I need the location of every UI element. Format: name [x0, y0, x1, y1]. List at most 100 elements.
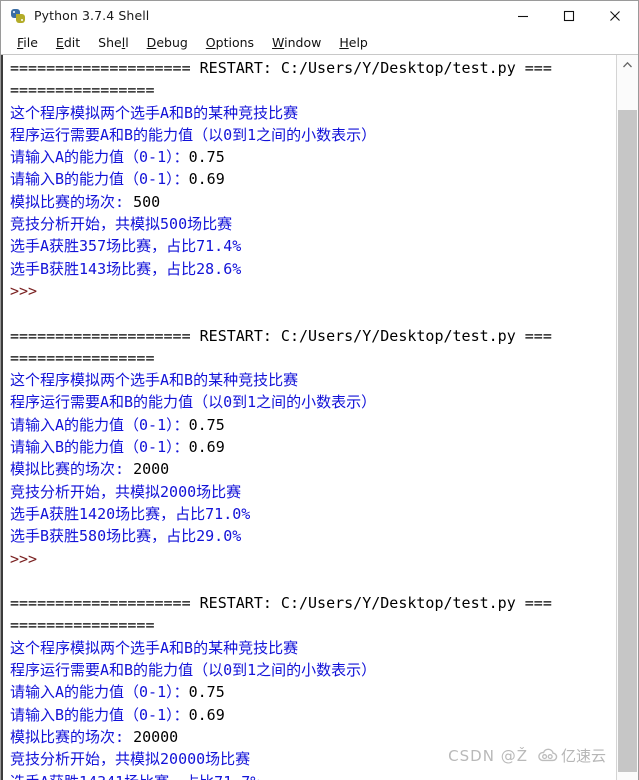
shell-prompt-text: 请输入B的能力值（0-1）： [10, 170, 189, 189]
shell-user-input-value: 0.75 [188, 148, 225, 167]
shell-line-text: 这个程序模拟两个选手A和B的某种竞技比赛 [10, 638, 299, 657]
menu-mnemonic: O [205, 34, 216, 50]
python-logo-icon [10, 8, 26, 24]
window-title: Python 3.7.4 Shell [34, 8, 150, 23]
shell-prompt-marker: >>> [10, 549, 47, 568]
shell-prompt-text: 模拟比赛的场次: [10, 727, 134, 746]
shell-line-text: ================ [10, 348, 155, 367]
shell-user-input-value: 0.75 [188, 683, 225, 702]
menu-mnemonic: l [121, 34, 126, 50]
shell-line: 选手A获胜357场比赛，占比71.4% [3, 235, 616, 257]
shell-line: 请输入B的能力值（0-1）：0.69 [3, 704, 616, 726]
shell-line: ================ [3, 79, 616, 101]
shell-user-input-value: 20000 [133, 727, 179, 746]
shell-line: 竞技分析开始，共模拟20000场比赛 [3, 748, 616, 770]
shell-line: 请输入A的能力值（0-1）：0.75 [3, 681, 616, 703]
shell-line-text: 这个程序模拟两个选手A和B的某种竞技比赛 [10, 103, 299, 122]
shell-line-text: 程序运行需要A和B的能力值（以0到1之间的小数表示） [10, 125, 377, 144]
shell-line-text: 竞技分析开始，共模拟20000场比赛 [10, 750, 251, 769]
shell-line: ================ [3, 347, 616, 369]
shell-line-text: ================ [10, 616, 155, 635]
shell-line: 这个程序模拟两个选手A和B的某种竞技比赛 [3, 102, 616, 124]
shell-user-input-value: 500 [133, 192, 161, 211]
shell-body: ==================== RESTART: C:/Users/Y… [1, 55, 638, 780]
menu-item-options[interactable]: Options [197, 30, 263, 55]
shell-line: 选手A获胜14341场比赛，占比71.7% [3, 771, 616, 780]
menu-bar: File Edit Shell Debug Options Window Help [1, 30, 638, 55]
shell-user-input-value: 0.75 [188, 415, 225, 434]
shell-prompt-text: 请输入A的能力值（0-1）： [10, 683, 189, 702]
shell-user-input-value: 0.69 [188, 170, 225, 189]
shell-line: 程序运行需要A和B的能力值（以0到1之间的小数表示） [3, 124, 616, 146]
shell-line-text: ==================== RESTART: C:/Users/Y… [10, 326, 552, 345]
title-bar: Python 3.7.4 Shell [1, 1, 638, 30]
chevron-up-icon[interactable] [617, 55, 638, 74]
shell-line: 选手A获胜1420场比赛，占比71.0% [3, 503, 616, 525]
shell-line: ==================== RESTART: C:/Users/Y… [3, 592, 616, 614]
shell-line-text: 选手A获胜357场比赛，占比71.4% [10, 237, 242, 256]
shell-line: 请输入B的能力值（0-1）：0.69 [3, 436, 616, 458]
shell-line-text: ==================== RESTART: C:/Users/Y… [10, 59, 552, 77]
shell-text-output[interactable]: ==================== RESTART: C:/Users/Y… [1, 55, 616, 780]
shell-line-text: 选手B获胜580场比赛，占比29.0% [10, 527, 242, 546]
menu-item-help[interactable]: Help [330, 30, 377, 55]
menu-mnemonic: F [17, 34, 24, 50]
shell-prompt-text: 请输入B的能力值（0-1）： [10, 438, 189, 457]
shell-line-text: 程序运行需要A和B的能力值（以0到1之间的小数表示） [10, 661, 377, 680]
shell-line: >>> [3, 548, 616, 570]
shell-line: >>> [3, 280, 616, 302]
shell-prompt-text: 请输入B的能力值（0-1）： [10, 705, 189, 724]
menu-item-edit[interactable]: Edit [47, 30, 89, 55]
shell-line: 请输入A的能力值（0-1）：0.75 [3, 146, 616, 168]
menu-mnemonic: D [146, 34, 157, 50]
idle-shell-window: Python 3.7.4 Shell File Edit Shell Debug Opt… [0, 0, 639, 780]
scrollbar-thumb[interactable] [618, 110, 637, 772]
maximize-icon[interactable] [546, 1, 592, 30]
shell-line: 选手B获胜580场比赛，占比29.0% [3, 525, 616, 547]
shell-line: 选手B获胜143场比赛，占比28.6% [3, 258, 616, 280]
shell-line-text: 竞技分析开始，共模拟2000场比赛 [10, 482, 242, 501]
menu-mnemonic: E [55, 34, 64, 50]
menu-mnemonic: H [339, 34, 349, 50]
menu-item-file[interactable]: File [8, 30, 47, 55]
menu-item-debug[interactable]: Debug [138, 30, 197, 55]
shell-line-text: 这个程序模拟两个选手A和B的某种竞技比赛 [10, 371, 299, 390]
scrollbar-track[interactable] [617, 74, 638, 780]
menu-item-shell[interactable]: Shell [89, 30, 138, 55]
shell-prompt-text: 请输入A的能力值（0-1）： [10, 415, 189, 434]
shell-line-text: 竞技分析开始，共模拟500场比赛 [10, 215, 233, 234]
shell-line: 竞技分析开始，共模拟2000场比赛 [3, 481, 616, 503]
shell-prompt-marker: >>> [10, 281, 47, 300]
shell-line: ================ [3, 614, 616, 636]
shell-line-text: 程序运行需要A和B的能力值（以0到1之间的小数表示） [10, 393, 377, 412]
minimize-icon[interactable] [500, 1, 546, 30]
shell-line: ==================== RESTART: C:/Users/Y… [3, 57, 616, 79]
window-controls [500, 1, 638, 30]
shell-line-text: 选手A获胜14341场比赛，占比71.7% [10, 773, 259, 780]
shell-prompt-text: 模拟比赛的场次: [10, 460, 134, 479]
shell-user-input-value: 0.69 [188, 705, 225, 724]
shell-user-input-value: 2000 [133, 460, 170, 479]
shell-line: 程序运行需要A和B的能力值（以0到1之间的小数表示） [3, 391, 616, 413]
shell-line: 这个程序模拟两个选手A和B的某种竞技比赛 [3, 369, 616, 391]
shell-line: 这个程序模拟两个选手A和B的某种竞技比赛 [3, 637, 616, 659]
shell-line: 请输入B的能力值（0-1）：0.69 [3, 168, 616, 190]
shell-line: 模拟比赛的场次: 2000 [3, 458, 616, 480]
shell-user-input-value: 0.69 [188, 438, 225, 457]
shell-line: 竞技分析开始，共模拟500场比赛 [3, 213, 616, 235]
shell-line: 请输入A的能力值（0-1）：0.75 [3, 414, 616, 436]
shell-line: 模拟比赛的场次: 20000 [3, 726, 616, 748]
menu-item-window[interactable]: Window [263, 30, 330, 55]
close-icon[interactable] [592, 1, 638, 30]
vertical-scrollbar[interactable] [616, 55, 638, 780]
shell-line-text: 选手A获胜1420场比赛，占比71.0% [10, 504, 251, 523]
shell-line-text: 选手B获胜143场比赛，占比28.6% [10, 259, 242, 278]
shell-line-text: ================ [10, 81, 155, 100]
menu-mnemonic: W [272, 34, 285, 50]
shell-line: ==================== RESTART: C:/Users/Y… [3, 325, 616, 347]
shell-prompt-text: 模拟比赛的场次: [10, 192, 134, 211]
shell-prompt-text: 请输入A的能力值（0-1）： [10, 148, 189, 167]
shell-line: 模拟比赛的场次: 500 [3, 191, 616, 213]
